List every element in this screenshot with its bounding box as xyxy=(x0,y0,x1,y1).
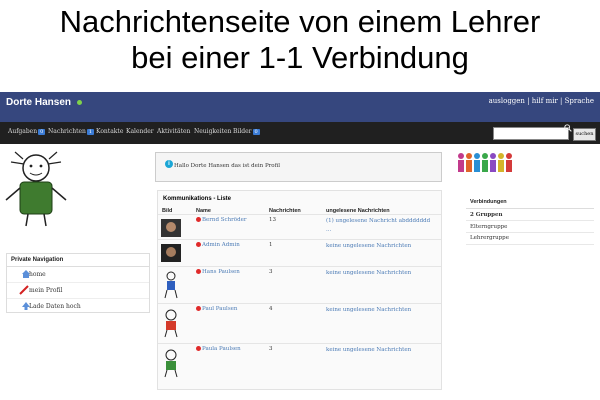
unread-message-link[interactable]: keine ungelesene Nachrichten xyxy=(326,346,436,355)
status-dot-icon xyxy=(196,217,201,222)
group-people-icon xyxy=(458,153,512,172)
connections-title: Verbindungen xyxy=(470,199,507,205)
communications-title: Kommunikations - Liste xyxy=(163,196,232,202)
nav-label: Aktivitäten xyxy=(157,128,191,135)
logout-link[interactable]: ausloggen xyxy=(489,97,525,105)
message-count: 4 xyxy=(269,306,273,312)
private-nav-item-profile[interactable]: mein Profil xyxy=(7,283,149,299)
group-count: 2 Gruppen xyxy=(470,212,503,218)
info-text: Hallo Dorte Hansen das ist dein Profil xyxy=(174,163,281,169)
nav-label: Neuigkeiten xyxy=(194,128,232,135)
communications-list: Kommunikations - Liste Bild Name Nachric… xyxy=(157,190,442,390)
contact-drawing xyxy=(164,271,178,299)
unread-message-link[interactable]: keine ungelesene Nachrichten xyxy=(326,269,436,278)
nav-item-aktivitaeten[interactable]: Aktivitäten xyxy=(157,128,190,135)
private-nav-label: home xyxy=(29,271,46,278)
status-dot-icon xyxy=(196,306,201,311)
contact-name[interactable]: Hans Paulsen xyxy=(196,269,240,275)
contact-drawing xyxy=(164,349,178,378)
unread-message-link[interactable]: keine ungelesene Nachrichten xyxy=(326,306,436,315)
nav-label: Aufgaben xyxy=(8,128,38,135)
contact-drawing xyxy=(164,309,178,338)
top-links: ausloggen | hilf mir | Sprache xyxy=(489,97,594,105)
profile-avatar xyxy=(5,151,67,227)
message-count: 3 xyxy=(269,269,273,275)
contact-name-text: Hans Paulsen xyxy=(202,269,240,275)
private-nav-label: Lade Daten hoch xyxy=(29,303,81,310)
page-headline: Nachrichtenseite von einem Lehrer bei ei… xyxy=(0,4,600,76)
status-dot-icon xyxy=(196,242,201,247)
table-row[interactable]: Bernd Schröder 13 (1) ungelesene Nachric… xyxy=(158,214,441,240)
group-link-parents[interactable]: Elterngruppe xyxy=(470,224,507,230)
nav-label: Kontakte xyxy=(96,128,124,135)
contact-name-text: Admin Admin xyxy=(202,242,240,248)
contact-name[interactable]: Bernd Schröder xyxy=(196,217,246,223)
contact-name-text: Bernd Schröder xyxy=(202,217,247,223)
table-row[interactable]: Hans Paulsen 3 keine ungelesene Nachrich… xyxy=(158,266,441,304)
separator: | xyxy=(560,97,563,105)
top-bar: Dorte Hansen ausloggen | hilf mir | Spra… xyxy=(0,92,600,122)
divider xyxy=(466,244,594,245)
pencil-icon xyxy=(19,285,29,295)
search-input[interactable] xyxy=(493,127,569,140)
nav-item-bilder[interactable]: Bilder 0 xyxy=(233,128,260,135)
contact-name[interactable]: Paula Paulsen xyxy=(196,346,241,352)
divider xyxy=(466,232,594,233)
language-link[interactable]: Sprache xyxy=(565,97,594,105)
table-row[interactable]: Admin Admin 1 keine ungelesene Nachricht… xyxy=(158,239,441,267)
count-badge: 0 xyxy=(38,129,46,135)
nav-item-neuigkeiten[interactable]: Neuigkeiten xyxy=(194,128,231,135)
private-nav-item-home[interactable]: home xyxy=(7,267,149,283)
count-badge: 1 xyxy=(86,129,95,135)
table-row[interactable]: Paul Paulsen 4 keine ungelesene Nachrich… xyxy=(158,303,441,344)
contact-photo xyxy=(161,219,181,237)
nav-item-kontakte[interactable]: Kontakte xyxy=(96,128,123,135)
message-count: 1 xyxy=(269,242,273,248)
divider xyxy=(466,220,594,221)
online-status-icon xyxy=(76,99,82,105)
help-link[interactable]: hilf mir xyxy=(532,97,558,105)
separator: | xyxy=(527,97,530,105)
contact-name-text: Paul Paulsen xyxy=(202,306,238,312)
main-nav: Aufgaben 0 Nachrichten 1 Kontakte Kalender… xyxy=(0,122,600,144)
table-row[interactable]: Paula Paulsen 3 keine ungelesene Nachric… xyxy=(158,343,441,384)
nav-item-aufgaben[interactable]: Aufgaben 0 xyxy=(8,128,46,135)
nav-item-nachrichten[interactable]: Nachrichten 1 xyxy=(48,128,95,135)
headline-line-2: bei einer 1-1 Verbindung xyxy=(131,40,469,75)
contact-name[interactable]: Paul Paulsen xyxy=(196,306,237,312)
status-dot-icon xyxy=(196,269,201,274)
user-name[interactable]: Dorte Hansen xyxy=(6,97,82,108)
contact-photo xyxy=(161,244,181,262)
divider xyxy=(466,208,594,209)
user-name-text: Dorte Hansen xyxy=(6,97,72,108)
nav-item-kalender[interactable]: Kalender xyxy=(126,128,154,135)
private-nav-label: mein Profil xyxy=(29,287,63,294)
status-dot-icon xyxy=(196,346,201,351)
message-count: 13 xyxy=(269,217,276,223)
message-count: 3 xyxy=(269,346,273,352)
connections-panel: Verbindungen 2 Gruppen Elterngruppe Lehr… xyxy=(456,193,594,245)
info-message: i Hallo Dorte Hansen das ist dein Profil xyxy=(155,152,442,182)
count-badge: 0 xyxy=(252,129,260,135)
info-icon: i xyxy=(165,160,173,168)
unread-message-link[interactable]: (1) ungelesene Nachricht abddddddd ... xyxy=(326,217,436,235)
nav-label: Bilder xyxy=(233,128,252,135)
nav-label: Nachrichten xyxy=(48,128,86,135)
nav-label: Kalender xyxy=(126,128,154,135)
unread-message-link[interactable]: keine ungelesene Nachrichten xyxy=(326,242,436,251)
private-nav-item-upload[interactable]: Lade Daten hoch xyxy=(7,299,149,314)
contact-name[interactable]: Admin Admin xyxy=(196,242,240,248)
contact-name-text: Paula Paulsen xyxy=(202,346,241,352)
search-icon xyxy=(564,124,572,132)
group-link-teachers[interactable]: Lehrergruppe xyxy=(470,235,509,241)
private-navigation-panel: Private Navigation home mein Profil Lade… xyxy=(6,253,150,313)
headline-line-1: Nachrichtenseite von einem Lehrer xyxy=(59,4,541,39)
search-button[interactable]: suchen xyxy=(573,128,596,141)
private-navigation-title: Private Navigation xyxy=(7,254,149,267)
